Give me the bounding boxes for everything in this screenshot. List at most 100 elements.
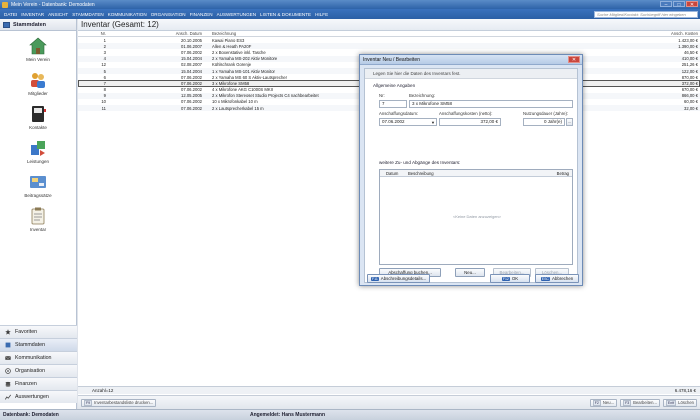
delete-inventory-button[interactable]: Entf Löschen xyxy=(662,398,697,407)
date-field[interactable]: 07.06.2002 ▼ xyxy=(379,118,437,126)
module-beitragssaetze[interactable]: Beitragssätze xyxy=(0,173,76,207)
table-row[interactable]: 1 20.10.2005 Kawai Piano ES3 1.423,00 € xyxy=(78,37,700,43)
minimize-button[interactable]: – xyxy=(660,1,672,8)
nav-kommunikation[interactable]: Kommunikation xyxy=(0,351,77,364)
nav-organisation[interactable]: Organisation xyxy=(0,364,77,377)
cell-date: 15.04.2004 xyxy=(181,56,202,62)
menu-inventar[interactable]: Inventar xyxy=(21,12,44,17)
cell-nr: 8 xyxy=(103,87,106,93)
useful-life-field[interactable]: 0 Jahr(e) xyxy=(523,118,565,126)
button-label: Inventarbestandsliste drucken... xyxy=(94,400,154,405)
mail-icon xyxy=(5,356,11,360)
menu-auswertungen[interactable]: Auswertungen xyxy=(217,12,256,17)
column-header-cost[interactable]: Ansch. Kosten xyxy=(640,31,700,36)
cell-nr: 11 xyxy=(101,105,106,111)
module-kontakte[interactable]: Kontakte xyxy=(0,105,76,139)
module-inventar[interactable]: Inventar xyxy=(0,207,76,241)
nav-finanzen[interactable]: Finanzen xyxy=(0,377,77,390)
dialog-title: Inventar Neu / Bearbeiten xyxy=(363,56,420,63)
nav-label: Favoriten xyxy=(15,329,38,335)
cell-date: 07.06.2002 xyxy=(181,87,202,93)
cost-total: 6.478,16 € xyxy=(674,388,696,393)
nr-label: Nr: xyxy=(379,93,385,98)
nr-field[interactable]: 7 xyxy=(379,100,407,108)
shortcut-key: F11 xyxy=(371,276,379,281)
window-titlebar: Mein Verein - Datenbank: Demodaten – □ ✕ xyxy=(0,0,700,9)
members-icon xyxy=(31,73,45,88)
section-general-heading: Allgemeine Angaben xyxy=(373,83,416,88)
shortcut-key: F12 xyxy=(501,276,510,281)
module-label: Mitglieder xyxy=(28,91,48,96)
module-label: Inventar xyxy=(29,227,47,232)
nav-label: Organisation xyxy=(15,368,46,374)
inventory-edit-dialog: Inventar Neu / Bearbeiten ✕ Legen Sie hi… xyxy=(359,54,583,286)
button-label: Abbrechen xyxy=(551,276,574,281)
column-header-date[interactable]: Ansch. Datum xyxy=(108,31,208,36)
chevron-down-icon[interactable]: ▼ xyxy=(431,120,435,126)
menu-ansicht[interactable]: Ansicht xyxy=(48,12,68,17)
cell-cost: 372,00 € xyxy=(681,80,698,86)
cell-nr: 12 xyxy=(101,62,106,68)
column-header-description[interactable]: Beschreibung xyxy=(402,171,542,176)
description-field[interactable]: 3 x Mikrofone SM58 xyxy=(409,100,573,108)
cell-cost: 670,00 € xyxy=(681,87,698,93)
nav-label: Finanzen xyxy=(15,381,37,387)
empty-placeholder: <Keine Daten anzuzeigen> xyxy=(452,214,502,219)
print-inventory-button[interactable]: F9 Inventarbestandsliste drucken... xyxy=(81,398,157,407)
module-label: Leistungen xyxy=(26,159,50,164)
menu-bar: Datei Inventar Ansicht Stammdaten Kommun… xyxy=(0,9,700,19)
nav-stammdaten[interactable]: Stammdaten xyxy=(0,338,77,351)
module-mein-verein[interactable]: Mein Verein xyxy=(0,37,76,71)
cell-cost: 122,00 € xyxy=(681,68,698,74)
cell-description: Allen & Heath PA20F xyxy=(212,43,252,49)
menu-organisation[interactable]: Organisation xyxy=(151,12,186,17)
cost-field[interactable]: 372,00 € xyxy=(439,118,501,126)
window-controls: – □ ✕ xyxy=(660,1,698,8)
new-inventory-button[interactable]: F2 Neu... xyxy=(589,398,618,407)
maximize-button[interactable]: □ xyxy=(673,1,685,8)
menu-kommunikation[interactable]: Kommunikation xyxy=(108,12,147,17)
cost-label: Anschaffungskosten (netto): xyxy=(439,111,493,116)
edit-inventory-button[interactable]: F3 Bearbeiten... xyxy=(620,398,660,407)
new-transaction-button[interactable]: Neu... xyxy=(455,268,485,277)
depreciation-details-button[interactable]: F11 Abschreibungsdetails... xyxy=(367,274,431,283)
cell-date: 07.06.2002 xyxy=(181,74,202,80)
useful-life-label: Nutzungsdauer (Jahre): xyxy=(523,111,569,116)
button-label: OK xyxy=(511,276,519,281)
column-header-nr[interactable]: Nr. xyxy=(78,31,108,36)
column-header-description[interactable]: Bezeichnung xyxy=(208,31,640,36)
member-search-input[interactable]: Suche Mitglied/Kontakt: Suchbegriff hier… xyxy=(594,10,698,18)
cell-cost: 32,00 € xyxy=(684,105,698,111)
module-leistungen[interactable]: Leistungen xyxy=(0,139,76,173)
column-header-amount[interactable]: Betrag xyxy=(542,171,572,176)
cell-cost: 1.390,00 € xyxy=(678,43,698,49)
nav-favoriten[interactable]: Favoriten xyxy=(0,325,77,338)
column-header-date[interactable]: Datum xyxy=(380,171,402,176)
cancel-button[interactable]: ESC Abbrechen xyxy=(535,274,579,283)
useful-life-spinner[interactable]: … xyxy=(566,118,573,126)
description-label: Bezeichnung: xyxy=(409,93,436,98)
module-mitglieder[interactable]: Mitglieder xyxy=(0,71,76,105)
table-row[interactable]: 2 01.06.2007 Allen & Heath PA20F 1.390,00 € xyxy=(78,43,700,50)
menu-stammdaten[interactable]: Stammdaten xyxy=(72,12,103,17)
page-title: Inventar (Gesamt: 12) xyxy=(78,19,700,31)
shortcut-key: F2 xyxy=(592,399,601,406)
sidebar-header-label: Stammdaten xyxy=(13,21,47,28)
menu-finanzen[interactable]: Finanzen xyxy=(190,12,213,17)
close-button[interactable]: ✕ xyxy=(686,1,698,8)
dialog-close-button[interactable]: ✕ xyxy=(568,56,580,63)
database-icon xyxy=(5,342,11,348)
cell-nr: 4 xyxy=(103,56,106,62)
nav-auswertungen[interactable]: Auswertungen xyxy=(0,390,77,403)
button-label: Neu... xyxy=(602,400,615,405)
cell-date: 02.08.2007 xyxy=(181,62,202,68)
row-count: Anzahl=12 xyxy=(92,388,114,393)
menu-hilfe[interactable]: Hilfe xyxy=(315,12,328,17)
ok-button[interactable]: F12 OK xyxy=(490,274,530,283)
cell-cost: 866,00 € xyxy=(681,93,698,99)
button-label: Abschreibungsdetails... xyxy=(380,276,427,281)
cell-description: Kawai Piano ES3 xyxy=(212,37,245,43)
cell-cost: 410,00 € xyxy=(681,56,698,62)
menu-listen-dokumente[interactable]: Listen & Dokumente xyxy=(260,12,311,17)
menu-datei[interactable]: Datei xyxy=(4,12,17,17)
